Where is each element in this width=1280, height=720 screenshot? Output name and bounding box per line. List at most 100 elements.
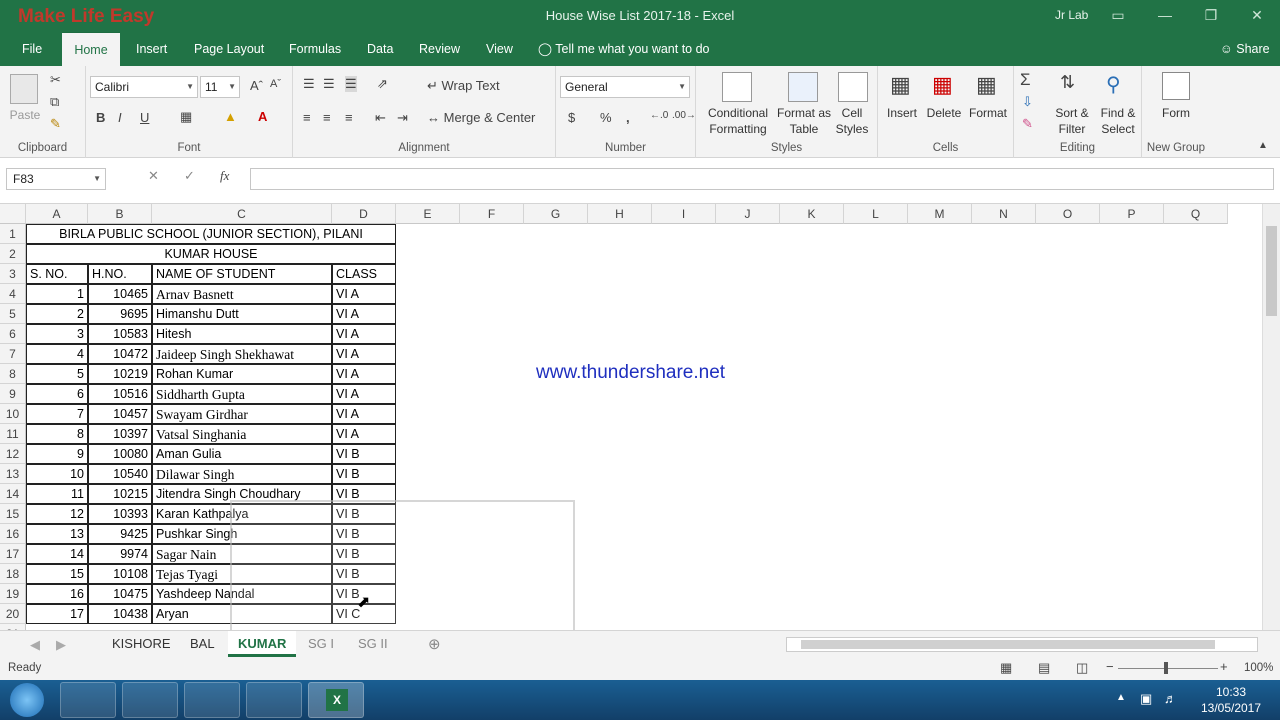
zoom-out-icon[interactable]: − <box>1106 659 1114 674</box>
clear-icon[interactable]: ✎ <box>1022 116 1033 132</box>
ribbon-display-icon[interactable]: ▭ <box>1103 4 1133 26</box>
delete-cells-icon[interactable]: ▦ <box>932 72 953 98</box>
horizontal-scrollbar[interactable] <box>786 637 1258 652</box>
sheet-tab-sg-ii[interactable]: SG II <box>348 631 398 657</box>
serial-cell[interactable]: 12 <box>26 504 88 524</box>
sheet-tab-kishore[interactable]: KISHORE <box>102 631 181 657</box>
house-number-cell[interactable]: 10108 <box>88 564 152 584</box>
restore-icon[interactable]: ❐ <box>1196 4 1226 26</box>
column-header-h[interactable]: H <box>588 204 652 224</box>
row-header[interactable]: 11 <box>0 424 26 444</box>
user-name[interactable]: Jr Lab <box>1055 8 1088 22</box>
column-header-i[interactable]: I <box>652 204 716 224</box>
column-header-g[interactable]: G <box>524 204 588 224</box>
page-layout-view-icon[interactable]: ▤ <box>1038 660 1050 676</box>
house-number-cell[interactable]: 10583 <box>88 324 152 344</box>
find-select-button[interactable]: Find & Select <box>1096 105 1140 137</box>
column-header-o[interactable]: O <box>1036 204 1100 224</box>
page-break-view-icon[interactable]: ◫ <box>1076 660 1088 676</box>
class-cell[interactable]: VI B <box>332 444 396 464</box>
class-cell[interactable]: VI A <box>332 284 396 304</box>
class-cell[interactable]: VI A <box>332 384 396 404</box>
increase-decimal-icon[interactable]: ←.0 <box>650 110 668 121</box>
tab-page-layout[interactable]: Page Layout <box>184 32 274 66</box>
format-as-table-button[interactable]: Format as Table <box>774 105 834 137</box>
volume-icon[interactable]: ♬ <box>1164 691 1177 706</box>
normal-view-icon[interactable]: ▦ <box>1000 660 1012 676</box>
form-icon[interactable] <box>1162 72 1190 100</box>
house-number-cell[interactable]: 10516 <box>88 384 152 404</box>
number-format-select[interactable]: General ▼ <box>560 76 690 98</box>
cancel-icon[interactable]: ✕ <box>148 168 159 184</box>
column-header-f[interactable]: F <box>460 204 524 224</box>
student-name-cell[interactable]: Vatsal Singhania <box>152 424 332 444</box>
notepad-icon[interactable] <box>246 682 302 718</box>
row-header[interactable]: 8 <box>0 364 26 384</box>
sheet-tab-sg-i[interactable]: SG I <box>298 631 344 657</box>
house-number-cell[interactable]: 10393 <box>88 504 152 524</box>
conditional-formatting-icon[interactable] <box>722 72 752 102</box>
row-header[interactable]: 3 <box>0 264 26 284</box>
decrease-font-icon[interactable]: Aˇ <box>270 78 281 90</box>
tab-data[interactable]: Data <box>357 32 403 66</box>
house-number-cell[interactable]: 10472 <box>88 344 152 364</box>
insert-cells-icon[interactable]: ▦ <box>890 72 911 98</box>
house-number-cell[interactable]: 9695 <box>88 304 152 324</box>
copy-icon[interactable]: ⧉ <box>50 94 59 110</box>
column-header-c[interactable]: C <box>152 204 332 224</box>
watermark-link[interactable]: www.thundershare.net <box>536 362 725 384</box>
align-bottom-icon[interactable]: ☰ <box>345 76 357 92</box>
student-name-cell[interactable]: Jaideep Singh Shekhawat <box>152 344 332 364</box>
close-icon[interactable]: ✕ <box>1242 4 1272 26</box>
house-name-cell[interactable]: KUMAR HOUSE <box>26 244 396 264</box>
house-number-cell[interactable]: 10475 <box>88 584 152 604</box>
serial-cell[interactable]: 15 <box>26 564 88 584</box>
tab-file[interactable]: File <box>12 32 52 66</box>
serial-cell[interactable]: 7 <box>26 404 88 424</box>
file-explorer-icon[interactable] <box>122 682 178 718</box>
wrap-text-button[interactable]: ↵ Wrap Text <box>427 78 500 94</box>
enter-icon[interactable]: ✓ <box>184 168 195 184</box>
chrome-icon[interactable] <box>184 682 240 718</box>
italic-button[interactable]: I <box>118 110 122 125</box>
house-number-cell[interactable]: 9974 <box>88 544 152 564</box>
excel-taskbar-icon[interactable]: X <box>308 682 364 718</box>
row-header[interactable]: 13 <box>0 464 26 484</box>
clock[interactable]: 10:33 13/05/2017 <box>1196 684 1266 716</box>
autosum-icon[interactable]: Σ <box>1020 70 1031 90</box>
row-header[interactable]: 6 <box>0 324 26 344</box>
row-header[interactable]: 2 <box>0 244 26 264</box>
tell-me-box[interactable]: ◯ Tell me what you want to do <box>528 32 720 66</box>
paste-icon[interactable] <box>10 74 38 104</box>
student-name-cell[interactable]: Swayam Girdhar <box>152 404 332 424</box>
align-middle-icon[interactable]: ☰ <box>323 76 335 92</box>
sheet-title-cell[interactable]: BIRLA PUBLIC SCHOOL (JUNIOR SECTION), PI… <box>26 224 396 244</box>
row-header[interactable]: 1 <box>0 224 26 244</box>
start-button[interactable] <box>10 683 44 717</box>
student-name-cell[interactable]: Arnav Basnett <box>152 284 332 304</box>
row-header[interactable]: 4 <box>0 284 26 304</box>
column-header-n[interactable]: N <box>972 204 1036 224</box>
house-number-cell[interactable]: 10080 <box>88 444 152 464</box>
class-cell[interactable]: VI A <box>332 404 396 424</box>
class-cell[interactable]: VI A <box>332 424 396 444</box>
h-scroll-thumb[interactable] <box>801 640 1215 649</box>
serial-cell[interactable]: 13 <box>26 524 88 544</box>
spreadsheet-grid[interactable]: ABCDEFGHIJKLMNOPQ 1 2 3 4 5 6 7 8 9 10 11 12 13 14 15 1… <box>0 204 1262 630</box>
row-header[interactable]: 19 <box>0 584 26 604</box>
row-header[interactable]: 10 <box>0 404 26 424</box>
header-cell[interactable]: CLASS <box>332 264 396 284</box>
scroll-right-icon[interactable]: ▶ <box>56 637 66 653</box>
serial-cell[interactable]: 16 <box>26 584 88 604</box>
house-number-cell[interactable]: 10457 <box>88 404 152 424</box>
house-number-cell[interactable]: 10215 <box>88 484 152 504</box>
column-header-k[interactable]: K <box>780 204 844 224</box>
sort-filter-button[interactable]: Sort & Filter <box>1050 105 1094 137</box>
cell-styles-icon[interactable] <box>838 72 868 102</box>
orientation-icon[interactable]: ⇗ <box>377 76 388 92</box>
serial-cell[interactable]: 8 <box>26 424 88 444</box>
collapse-ribbon-icon[interactable]: ▲ <box>1258 140 1268 151</box>
align-right-icon[interactable]: ≡ <box>345 110 353 125</box>
new-sheet-icon[interactable]: ⊕ <box>428 635 441 653</box>
zoom-slider[interactable] <box>1118 668 1218 669</box>
